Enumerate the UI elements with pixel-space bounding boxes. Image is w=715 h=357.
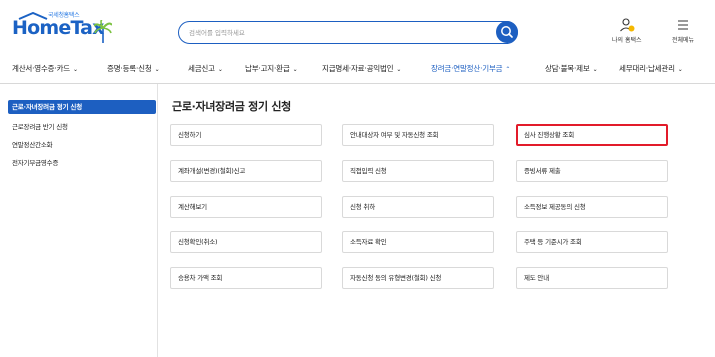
palm-tree-icon xyxy=(94,20,112,43)
nav-label: 증명·등록·신청 xyxy=(107,64,152,73)
card-direct-input[interactable]: 직접입력 신청 xyxy=(342,160,494,182)
sidebar-item-year-end-settlement[interactable]: 연말정산간소화 xyxy=(8,138,156,152)
header: 국세청홈택스 HomeTax 나의 홈택스 xyxy=(0,0,715,52)
nav-item-tax-filing[interactable]: 세금신고 ⌄ xyxy=(188,63,223,74)
sidebar-item-donation-receipt[interactable]: 전자기부금영수증 xyxy=(8,156,156,170)
chevron-down-icon: ⌄ xyxy=(396,66,402,73)
nav-item-consultation[interactable]: 상담·불복·제보 ⌄ xyxy=(545,63,598,74)
card-auto-apply-inquiry[interactable]: 안내대상자 여부 및 자동신청 조회 xyxy=(342,124,494,146)
chevron-up-icon: ⌃ xyxy=(505,66,511,73)
chevron-down-icon: ⌄ xyxy=(217,66,223,73)
chevron-down-icon: ⌄ xyxy=(154,66,160,73)
chevron-down-icon: ⌄ xyxy=(292,66,298,73)
page-title: 근로·자녀장려금 정기 신청 xyxy=(172,100,291,113)
nav-label: 상담·불복·제보 xyxy=(545,64,590,73)
card-housing-price[interactable]: 주택 등 기준시가 조회 xyxy=(516,231,668,253)
card-income-consent[interactable]: 소득정보 제공동의 신청 xyxy=(516,196,668,218)
card-income-data[interactable]: 소득자료 확인 xyxy=(342,231,494,253)
chevron-down-icon: ⌄ xyxy=(677,66,683,73)
search-input[interactable] xyxy=(189,26,489,39)
nav-item-statements[interactable]: 지급명세·자료·공익법인 ⌄ xyxy=(322,63,401,74)
hometax-logo[interactable]: 국세청홈택스 HomeTax xyxy=(12,10,122,46)
my-hometax-button[interactable]: 나의 홈택스 xyxy=(612,18,642,44)
card-car-value[interactable]: 승용차 가액 조회 xyxy=(170,267,322,289)
card-apply[interactable]: 신청하기 xyxy=(170,124,322,146)
nav-label: 계산서·영수증·카드 xyxy=(12,64,70,73)
my-hometax-label: 나의 홈택스 xyxy=(612,37,642,44)
search-box xyxy=(178,21,518,44)
main-nav: 계산서·영수증·카드 ⌄ 증명·등록·신청 ⌄ 세금신고 ⌄ 납부·고지·환급 ⌄ 지급… xyxy=(0,52,715,84)
card-auto-consent-change[interactable]: 자동신청 동의 유형변경(철회) 신청 xyxy=(342,267,494,289)
card-withdraw[interactable]: 신청 취하 xyxy=(342,196,494,218)
nav-label: 장려금·연말정산·기부금 xyxy=(431,64,503,73)
user-icon xyxy=(619,18,635,32)
nav-label: 지급명세·자료·공익법인 xyxy=(322,64,394,73)
logo-text: HomeTax xyxy=(12,17,104,39)
card-confirm-cancel[interactable]: 신청확인(취소) xyxy=(170,231,322,253)
card-account-report[interactable]: 계좌개설(변경)(철회)신고 xyxy=(170,160,322,182)
chevron-down-icon: ⌄ xyxy=(72,66,78,73)
nav-item-payment[interactable]: 납부·고지·환급 ⌄ xyxy=(245,63,298,74)
nav-label: 세무대리·납세관리 xyxy=(619,64,675,73)
sidebar-item-semiannual-application[interactable]: 근로장려금 반기 신청 xyxy=(8,120,156,134)
sidebar: 근로·자녀장려금 정기 신청 근로장려금 반기 신청 연말정산간소화 전자기부금… xyxy=(0,84,158,357)
all-menu-button[interactable]: 전체메뉴 xyxy=(672,18,694,44)
search-icon xyxy=(501,26,513,38)
search-button[interactable] xyxy=(496,21,518,43)
nav-item-certificates[interactable]: 증명·등록·신청 ⌄ xyxy=(107,63,160,74)
nav-label: 납부·고지·환급 xyxy=(245,64,290,73)
card-submit-documents[interactable]: 증빙서류 제출 xyxy=(516,160,668,182)
sidebar-item-regular-application[interactable]: 근로·자녀장려금 정기 신청 xyxy=(8,100,156,114)
chevron-down-icon: ⌄ xyxy=(592,66,598,73)
hamburger-icon xyxy=(678,20,689,30)
nav-label: 세금신고 xyxy=(188,64,215,73)
card-program-guide[interactable]: 제도 안내 xyxy=(516,267,668,289)
card-review-status[interactable]: 심사 진행상황 조회 xyxy=(516,124,668,146)
nav-item-tax-agent[interactable]: 세무대리·납세관리 ⌄ xyxy=(619,63,683,74)
all-menu-label: 전체메뉴 xyxy=(672,37,695,44)
nav-item-incentives[interactable]: 장려금·연말정산·기부금 ⌃ xyxy=(431,63,510,74)
card-calculate[interactable]: 계산해보기 xyxy=(170,196,322,218)
nav-item-invoices[interactable]: 계산서·영수증·카드 ⌄ xyxy=(12,63,78,74)
